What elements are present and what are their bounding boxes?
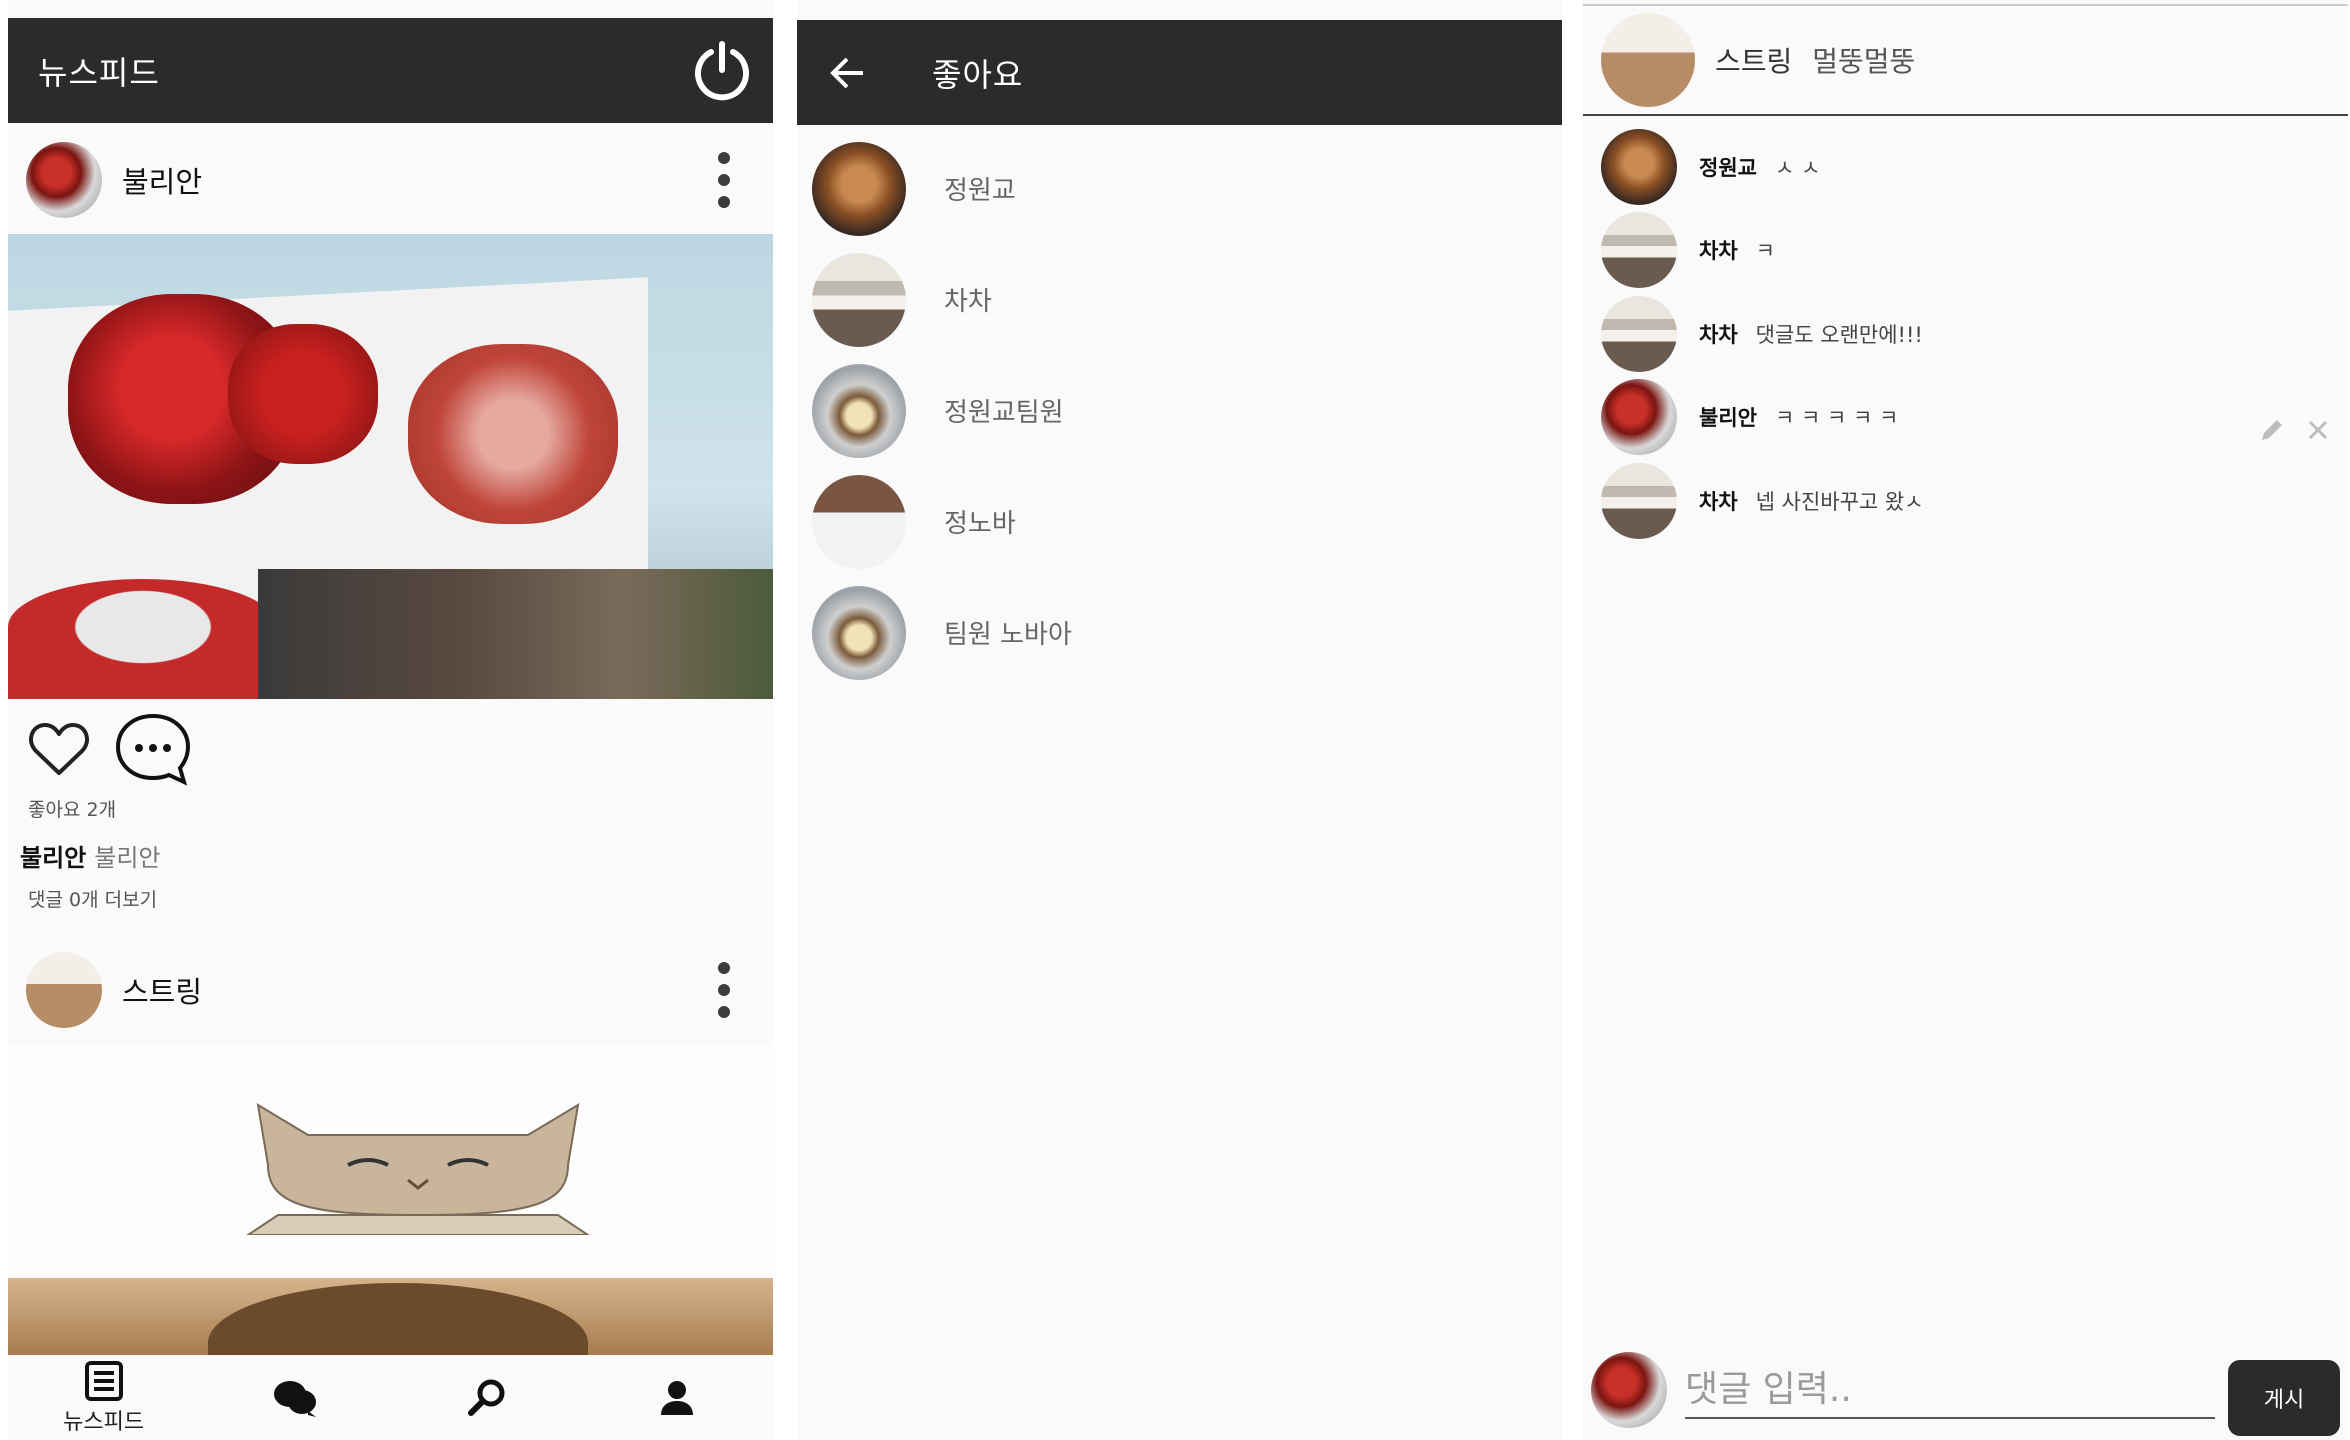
nav-label: 뉴스피드 [63, 1409, 145, 1435]
user-name[interactable]: 팀원 노바아 [944, 614, 1072, 651]
nav-item-newsfeed[interactable]: 뉴스피드 [8, 1355, 199, 1440]
list-item[interactable]: 정원교팀원 [812, 355, 1562, 466]
view-comments-link[interactable]: 댓글 0개 더보기 [28, 885, 157, 912]
comment-item: 차차 ㅋ [1601, 209, 2348, 293]
likes-list: 정원교 차차 정원교팀원 정노바 팀원 노바아 [812, 133, 1562, 688]
user-name[interactable]: 정원교 [944, 170, 1016, 207]
avatar[interactable] [1601, 379, 1677, 456]
comment-author[interactable]: 차차 [1699, 486, 1738, 516]
newsfeed-icon [84, 1360, 123, 1401]
user-name[interactable]: 정원교팀원 [944, 392, 1064, 429]
avatar[interactable] [812, 252, 906, 347]
more-options-icon[interactable] [715, 962, 733, 1018]
comment-text: ㅋ ㅋ ㅋ ㅋ ㅋ [1774, 406, 1899, 431]
likes-count[interactable]: 좋아요 2개 [28, 795, 116, 822]
heart-icon[interactable] [28, 721, 90, 777]
comment-author[interactable]: 불리안 [1699, 402, 1757, 432]
likes-app-bar: 좋아요 [797, 20, 1562, 125]
post-image[interactable] [8, 1045, 773, 1275]
post-image[interactable] [8, 1278, 773, 1358]
post-caption: 불리안 불리안 [20, 838, 161, 873]
avatar[interactable] [26, 952, 102, 1028]
comments-screen: 스트링 멀뚱멀뚱 정원교 ㅅ ㅅ 차차 ㅋ 차차 댓글도 오랜만에!!! 불리안… [1583, 0, 2348, 1440]
post-header: 불리안 [8, 130, 773, 230]
comment-text: ㅅ ㅅ [1774, 155, 1821, 180]
comment-author[interactable]: 차차 [1699, 319, 1738, 349]
comment-composer: 게시 [1583, 1340, 2348, 1440]
list-item[interactable]: 차차 [812, 244, 1562, 355]
user-name[interactable]: 차차 [944, 281, 992, 318]
avatar [1591, 1352, 1667, 1428]
person-icon [661, 1380, 694, 1415]
comment-item: 정원교 ㅅ ㅅ [1601, 125, 2348, 209]
page-title: 좋아요 [932, 55, 1024, 94]
back-arrow-icon[interactable] [827, 53, 867, 93]
comment-text: 넵 사진바꾸고 왔ㅅ [1755, 489, 1924, 514]
newsfeed-screen: 뉴스피드 불리안 좋아요 2개 불리안 불리안 댓글 0개 더보기 스트링 뉴스… [8, 0, 773, 1440]
caption-text: 불리안 [94, 844, 161, 872]
cat-sticker-image [246, 1103, 590, 1235]
comment-item: 불리안 ㅋ ㅋ ㅋ ㅋ ㅋ [1601, 376, 2348, 460]
avatar[interactable] [812, 474, 906, 569]
avatar[interactable] [1601, 295, 1677, 372]
post-actions [28, 712, 192, 786]
post-image[interactable] [8, 234, 773, 699]
avatar[interactable] [812, 363, 906, 458]
bottom-navigation: 뉴스피드 [8, 1355, 773, 1440]
comment-text: ㅋ [1755, 239, 1775, 264]
caption-author[interactable]: 불리안 [20, 844, 86, 872]
post-comment-button[interactable]: 게시 [2228, 1360, 2340, 1436]
more-options-icon[interactable] [715, 152, 733, 208]
comment-list: 정원교 ㅅ ㅅ 차차 ㅋ 차차 댓글도 오랜만에!!! 불리안 ㅋ ㅋ ㅋ ㅋ … [1601, 125, 2348, 543]
post-caption: 멀뚱멀뚱 [1812, 45, 1916, 78]
post-owner[interactable]: 스트링 [1715, 40, 1792, 80]
user-name[interactable]: 정노바 [944, 503, 1016, 540]
post-author[interactable]: 스트링 [122, 969, 202, 1011]
post-header: 스트링 [8, 935, 773, 1045]
post-author[interactable]: 불리안 [122, 159, 202, 201]
avatar[interactable] [812, 141, 906, 236]
comment-text: 댓글도 오랜만에!!! [1755, 322, 1923, 347]
search-icon [468, 1379, 505, 1416]
comment-item: 차차 넵 사진바꾸고 왔ㅅ [1601, 459, 2348, 543]
list-item[interactable]: 정노바 [812, 466, 1562, 577]
power-icon[interactable] [689, 38, 755, 104]
nav-item-search[interactable] [391, 1355, 582, 1440]
comment-actions [2258, 416, 2330, 444]
comment-input[interactable] [1685, 1361, 2215, 1419]
comment-author[interactable]: 정원교 [1699, 152, 1757, 182]
likes-screen: 좋아요 정원교 차차 정원교팀원 정노바 팀원 노바아 [797, 0, 1562, 1440]
avatar[interactable] [26, 142, 102, 218]
nav-item-chat[interactable] [199, 1355, 390, 1440]
avatar[interactable] [812, 585, 906, 680]
nav-item-profile[interactable] [582, 1355, 773, 1440]
comment-item: 차차 댓글도 오랜만에!!! [1601, 292, 2348, 376]
page-title: 뉴스피드 [38, 53, 160, 92]
list-item[interactable]: 정원교 [812, 133, 1562, 244]
chat-icon [273, 1380, 316, 1417]
avatar[interactable] [1601, 13, 1695, 107]
newsfeed-app-bar: 뉴스피드 [8, 18, 773, 123]
avatar[interactable] [1601, 128, 1677, 205]
avatar[interactable] [1601, 212, 1677, 289]
comment-icon[interactable] [114, 712, 192, 786]
list-item[interactable]: 팀원 노바아 [812, 577, 1562, 688]
edit-pencil-icon[interactable] [2258, 416, 2286, 444]
comment-author[interactable]: 차차 [1699, 235, 1738, 265]
post-summary-header: 스트링 멀뚱멀뚱 [1583, 4, 2348, 116]
avatar[interactable] [1601, 462, 1677, 539]
delete-close-icon[interactable] [2306, 418, 2330, 442]
